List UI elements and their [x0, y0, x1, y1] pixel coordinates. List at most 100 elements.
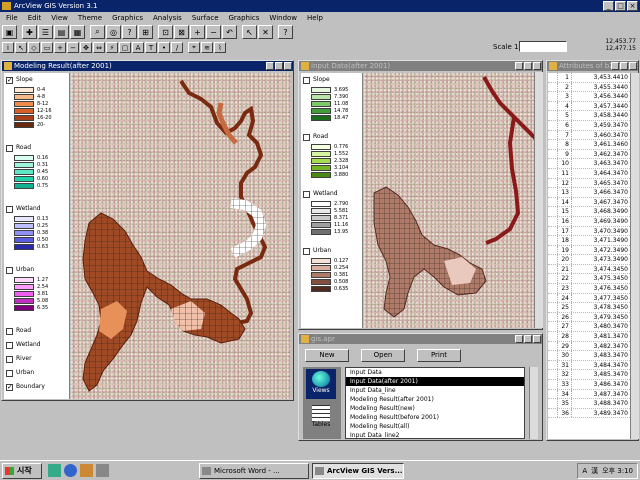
- layer-theme[interactable]: Urban: [6, 369, 68, 380]
- taskbar-word[interactable]: Microsoft Word - ...: [199, 462, 309, 479]
- draw-point-icon[interactable]: •: [158, 42, 170, 53]
- scale-input[interactable]: [519, 41, 567, 52]
- zoom-out-tool-icon[interactable]: −: [67, 42, 79, 53]
- select-graphics-icon[interactable]: ↖: [242, 25, 257, 39]
- window-titlebar[interactable]: Input Data(after 2001): [299, 61, 542, 71]
- menu-surface[interactable]: Surface: [190, 12, 221, 24]
- menu-view[interactable]: View: [49, 12, 70, 24]
- close-button[interactable]: ×: [627, 1, 638, 11]
- table-row[interactable]: 23 3,476.3450: [548, 284, 630, 294]
- open-button[interactable]: Open: [361, 349, 405, 362]
- close-button[interactable]: [533, 62, 541, 70]
- map-display[interactable]: [364, 73, 540, 328]
- layer-theme[interactable]: Road: [6, 327, 68, 338]
- table-row[interactable]: 27 3,480.3470: [548, 322, 630, 333]
- layer-theme[interactable]: River: [6, 355, 68, 366]
- surface-contour-icon[interactable]: ≋: [201, 42, 213, 53]
- minimize-button[interactable]: [611, 62, 619, 70]
- maximize-button[interactable]: [524, 335, 532, 343]
- close-button[interactable]: [629, 62, 637, 70]
- minimize-button[interactable]: [515, 62, 523, 70]
- theme-checkbox[interactable]: [6, 328, 13, 335]
- table-row[interactable]: 29 3,482.3470: [548, 341, 630, 352]
- hotlink-icon[interactable]: ⚡: [106, 42, 118, 53]
- menu-edit[interactable]: Edit: [26, 12, 44, 24]
- maximize-button[interactable]: □: [615, 1, 626, 11]
- table-row[interactable]: 6 3,459.3470: [548, 120, 630, 131]
- theme-checkbox[interactable]: [6, 356, 13, 363]
- legend-theme[interactable]: Road 0.776 1.552 2.328 3.104 3.880: [303, 133, 365, 181]
- hanja-icon[interactable]: 漢: [591, 464, 598, 478]
- mail-icon[interactable]: [80, 464, 93, 477]
- table-row[interactable]: 15 3,468.3490: [548, 207, 630, 217]
- table-row[interactable]: 13 3,466.3470: [548, 188, 630, 198]
- table-row[interactable]: 14 3,467.3470: [548, 197, 630, 208]
- layer-theme[interactable]: Wetland: [6, 341, 68, 352]
- list-item[interactable]: Modeling Result(after 2001): [346, 395, 524, 404]
- table-row[interactable]: 9 3,462.3470: [548, 149, 630, 160]
- table-row[interactable]: 12 3,465.3470: [548, 178, 630, 189]
- table-row[interactable]: 31 3,484.3470: [548, 360, 630, 371]
- menu-window[interactable]: Window: [267, 12, 299, 24]
- minimize-button[interactable]: [515, 335, 523, 343]
- theme-checkbox[interactable]: [6, 145, 13, 152]
- vertical-scrollbar[interactable]: [534, 72, 543, 328]
- zoom-selected-icon[interactable]: ⊠: [174, 25, 189, 39]
- minimize-button[interactable]: [266, 62, 274, 70]
- map-display[interactable]: [71, 73, 291, 399]
- table-row[interactable]: 1 3,453.4410: [548, 73, 630, 83]
- table-row[interactable]: 30 3,483.3470: [548, 351, 630, 361]
- table-row[interactable]: 26 3,479.3450: [548, 312, 630, 323]
- graphics-snap-icon[interactable]: ⌖: [188, 42, 200, 53]
- menu-file[interactable]: File: [4, 12, 20, 24]
- label-icon[interactable]: A: [132, 42, 144, 53]
- table-of-contents[interactable]: ✓ Slope 0-4 4-8 8-12 12-16 16-20 20- Road 0.16 0.3…: [4, 73, 70, 399]
- find-icon[interactable]: ⌕: [90, 25, 105, 39]
- table-row[interactable]: 21 3,474.3450: [548, 264, 630, 275]
- area-select-icon[interactable]: ▢: [119, 42, 131, 53]
- minimize-button[interactable]: _: [603, 1, 614, 11]
- pan-icon[interactable]: ✥: [80, 42, 92, 53]
- list-item[interactable]: Input Data: [346, 368, 524, 377]
- table-row[interactable]: 11 3,464.3470: [548, 168, 630, 179]
- table-row[interactable]: 34 3,487.3470: [548, 389, 630, 400]
- zoom-in-tool-icon[interactable]: +: [54, 42, 66, 53]
- taskbar-arcview[interactable]: ArcView GIS Vers...: [312, 462, 404, 479]
- clear-selection-icon[interactable]: ✕: [258, 25, 273, 39]
- table-row[interactable]: 33 3,486.3470: [548, 380, 630, 390]
- maximize-button[interactable]: [524, 62, 532, 70]
- theme-properties-icon[interactable]: ☰: [38, 25, 53, 39]
- legend-theme[interactable]: Wetland 2.790 5.581 8.371 11.16 13.95: [303, 190, 365, 238]
- edit-legend-icon[interactable]: ▤: [54, 25, 69, 39]
- add-theme-icon[interactable]: ✚: [22, 25, 37, 39]
- browser-icon[interactable]: [64, 464, 77, 477]
- legend-theme[interactable]: Slope 3.695 7.390 11.08 14.78 18.47: [303, 76, 365, 124]
- start-button[interactable]: 시작: [2, 462, 42, 479]
- attribute-table[interactable]: 1 3,453.4410 2 3,455.3440 3 3,456.3440 4 3,457.…: [548, 73, 630, 439]
- table-row[interactable]: 19 3,472.3490: [548, 245, 630, 256]
- print-button[interactable]: Print: [417, 349, 461, 362]
- table-row[interactable]: 24 3,477.3450: [548, 293, 630, 304]
- theme-checkbox[interactable]: [6, 370, 13, 377]
- table-row[interactable]: 2 3,455.3440: [548, 82, 630, 93]
- table-row[interactable]: 4 3,457.3440: [548, 101, 630, 112]
- menu-analysis[interactable]: Analysis: [151, 12, 184, 24]
- menu-theme[interactable]: Theme: [76, 12, 104, 24]
- close-button[interactable]: [533, 335, 541, 343]
- list-item[interactable]: Input Data_line: [346, 386, 524, 395]
- window-titlebar[interactable]: gis.apr: [299, 334, 542, 344]
- list-item[interactable]: Modeling Result(before 2001): [346, 413, 524, 422]
- identify-icon[interactable]: i: [2, 42, 14, 53]
- views-doc-icon[interactable]: Views: [306, 369, 336, 399]
- table-row[interactable]: 22 3,475.3450: [548, 274, 630, 285]
- zoom-active-icon[interactable]: ⊡: [158, 25, 173, 39]
- draw-line-icon[interactable]: /: [171, 42, 183, 53]
- theme-checkbox[interactable]: [303, 248, 310, 255]
- select-feature-icon[interactable]: ▭: [41, 42, 53, 53]
- query-icon[interactable]: ?: [122, 25, 137, 39]
- legend-theme[interactable]: Road 0.16 0.31 0.45 0.60 0.75: [6, 144, 68, 192]
- table-of-contents[interactable]: Slope 3.695 7.390 11.08 14.78 18.47 Road 0.776 1…: [301, 73, 363, 328]
- zoom-out-icon[interactable]: −: [206, 25, 221, 39]
- legend-theme[interactable]: ✓ Slope 0-4 4-8 8-12 12-16 16-20 20-: [6, 76, 68, 131]
- vertical-scrollbar[interactable]: [529, 367, 538, 439]
